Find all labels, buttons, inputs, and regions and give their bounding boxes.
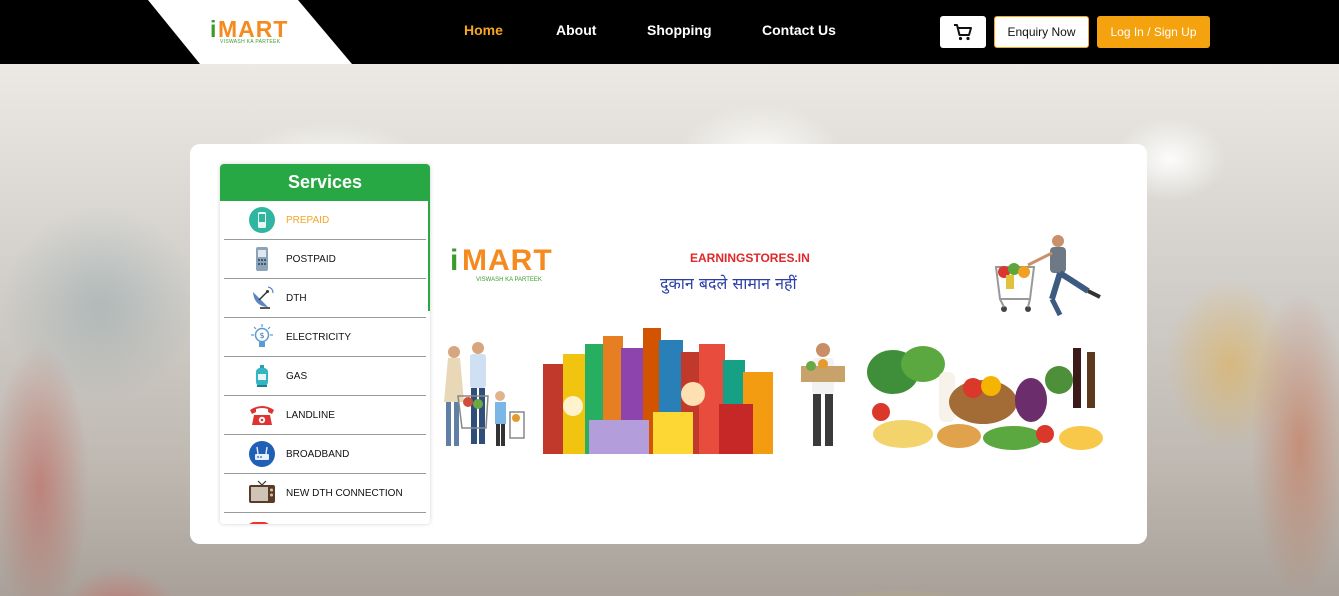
nav-about[interactable]: About (556, 22, 596, 38)
service-prepaid[interactable]: PREPAID (224, 201, 426, 240)
services-panel: Services PREPAID POSTPAID DTH $ ELECTRIC… (220, 164, 430, 524)
service-landline[interactable]: LANDLINE (224, 396, 426, 435)
service-label: LANDLINE (286, 409, 335, 421)
satellite-dish-icon (248, 284, 276, 312)
service-gas[interactable]: GAS (224, 357, 426, 396)
service-label: POSTPAID (286, 253, 336, 265)
banner-tagline: दुकान बदले सामान नहीं (660, 274, 797, 293)
service-label: ELECTRICITY (286, 331, 352, 343)
nav-shopping[interactable]: Shopping (647, 22, 712, 38)
service-dth[interactable]: DTH (224, 279, 426, 318)
service-label: PREPAID (286, 214, 330, 226)
service-label: BROADBAND (286, 448, 350, 460)
nav-contact-us[interactable]: Contact Us (762, 22, 836, 38)
service-new-dth-connection[interactable]: NEW DTH CONNECTION (224, 474, 426, 513)
banner-logo-initial: i (450, 244, 459, 277)
service-label: NEW DTH CONNECTION (286, 487, 403, 499)
logo-container[interactable]: i MART VISWASH KA PARTEEK (148, 0, 352, 64)
services-list: PREPAID POSTPAID DTH $ ELECTRICITY GAS L… (220, 201, 430, 513)
bulb-icon: $ (248, 323, 276, 351)
service-label: GAS (286, 370, 308, 382)
service-electricity[interactable]: $ ELECTRICITY (224, 318, 426, 357)
router-icon (248, 440, 276, 468)
phone-icon (248, 245, 276, 273)
service-label: DTH (286, 292, 307, 304)
landline-icon (248, 401, 276, 429)
login-signup-button[interactable]: Log In / Sign Up (1097, 16, 1210, 48)
delivery-man-image (801, 343, 845, 446)
nav-home[interactable]: Home (464, 22, 503, 38)
logo-initial: i (210, 16, 217, 42)
groceries-pile-image (543, 328, 773, 454)
main-card: Services PREPAID POSTPAID DTH $ ELECTRIC… (190, 144, 1147, 544)
enquiry-now-button[interactable]: Enquiry Now (994, 16, 1089, 48)
cart-icon (954, 24, 972, 41)
banner-logo-tagline: VISWASH KA PARTEEK (476, 277, 542, 283)
top-navbar: i MART VISWASH KA PARTEEK Home About Sho… (0, 0, 1339, 64)
mobile-icon (248, 206, 276, 234)
cart-button[interactable] (940, 16, 986, 48)
service-broadband[interactable]: BROADBAND (224, 435, 426, 474)
svg-text:$: $ (259, 331, 264, 340)
promo-banner[interactable]: i MART VISWASH KA PARTEEK EARNINGSTORES.… (444, 224, 1115, 459)
vegetables-fruits-image (867, 346, 1103, 450)
services-title: Services (220, 164, 430, 201)
family-shopping-image (444, 342, 525, 446)
imart-logo[interactable]: i MART VISWASH KA PARTEEK (210, 14, 300, 50)
next-service-icon (248, 522, 270, 524)
banner-logo: i MART VISWASH KA PARTEEK (450, 244, 553, 288)
banner-site-name: EARNINGSTORES.IN (690, 251, 810, 265)
banner-logo-name: MART (462, 244, 553, 277)
service-postpaid[interactable]: POSTPAID (224, 240, 426, 279)
gas-cylinder-icon (248, 362, 276, 390)
logo-tagline: VISWASH KA PARTEEK (220, 39, 281, 45)
tv-icon (248, 479, 276, 507)
man-with-cart-image (994, 235, 1101, 317)
